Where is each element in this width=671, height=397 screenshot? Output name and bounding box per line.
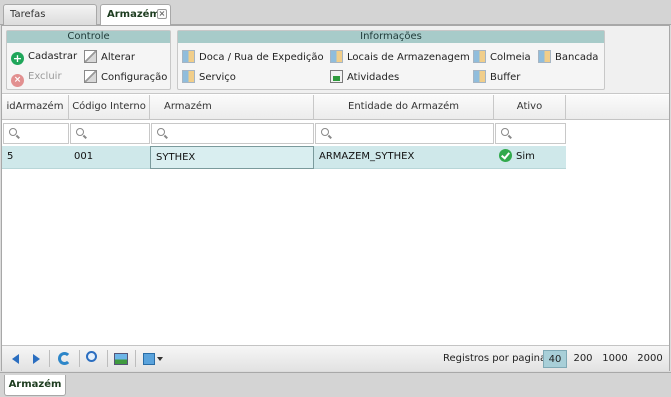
grid-icon [330,50,343,63]
search-icon [157,128,165,136]
cell-armazem[interactable]: SYTHEX [150,146,314,169]
bottom-tab-strip: Armazém [0,372,671,397]
per-page-option-1000[interactable]: 1000 [599,350,631,368]
servico-button[interactable]: Serviço [182,70,236,85]
chevron-down-icon[interactable] [157,357,163,361]
button-label: Cadastrar [28,51,78,62]
colmeia-button[interactable]: Colmeia [473,50,531,65]
filter-row [2,120,669,145]
close-icon[interactable]: × [157,9,167,19]
doca-button[interactable]: Doca / Rua de Expedição [182,50,324,65]
cell-id: 5 [7,151,14,162]
column-header-codigo[interactable]: Código Interno [69,95,150,120]
button-label: Bancada [555,52,599,63]
atividades-button[interactable]: Atividades [330,70,399,85]
cell-entidade: ARMAZEM_SYTHEX [319,151,415,162]
per-page-option-40[interactable]: 40 [543,350,567,368]
button-label: Atividades [347,72,400,83]
search-icon [9,128,17,136]
previous-page-icon[interactable] [12,354,19,364]
button-label: Configuração [101,72,168,83]
pagination-toolbar: Registros por pagina: 40 200 1000 2000 [2,345,669,371]
filter-input-entidade[interactable] [315,123,494,144]
group-informacoes: Informações Doca / Rua de Expedição Loca… [177,30,605,90]
button-label: Buffer [490,72,521,83]
grid-icon [473,50,486,63]
filter-input-codigo[interactable] [70,123,150,144]
excluir-button[interactable]: × Excluir [11,70,62,87]
group-title: Controle [7,31,170,43]
table-row[interactable]: 5 001 SYTHEX ARMAZEM_SYTHEX Sim [2,146,566,169]
tab-tarefas-principais[interactable]: Tarefas Principais [3,4,97,39]
search-icon [76,128,84,136]
check-icon [499,149,512,162]
button-label: Excluir [28,71,62,82]
button-label: Alterar [101,52,136,63]
grid-header: idArmazém Código Interno Armazém Entidad… [2,95,669,120]
per-page-option-200[interactable]: 200 [570,350,596,368]
buffer-button[interactable]: Buffer [473,70,520,85]
search-icon [321,128,329,136]
activity-icon [330,70,343,83]
button-label: Serviço [199,72,236,83]
bancada-button[interactable]: Bancada [538,50,598,65]
grid-icon [182,50,195,63]
tab-armazem[interactable]: Armazém × [100,4,171,26]
alterar-button[interactable]: Alterar [84,50,135,65]
group-title: Informações [178,31,604,43]
settings-icon [84,70,97,83]
separator [135,350,136,367]
button-label: Doca / Rua de Expedição [199,52,324,63]
filter-input-id[interactable] [3,123,69,144]
column-header-ativo[interactable]: Ativo [494,95,566,120]
tab-armazem-bottom[interactable]: Armazém [4,375,66,396]
export-icon[interactable] [143,353,155,365]
grid-icon [182,70,195,83]
per-page-option-2000[interactable]: 2000 [634,350,666,368]
search-icon [501,128,509,136]
per-page-label: Registros por pagina: [443,353,550,364]
separator [107,350,108,367]
delete-icon: × [11,74,24,87]
add-icon: + [11,52,24,65]
ribbon-toolbar: Controle + Cadastrar Alterar × Excluir Con… [2,26,669,94]
image-export-icon[interactable] [114,353,128,365]
next-page-icon[interactable] [33,354,40,364]
edit-icon [84,50,97,63]
cell-codigo: 001 [74,151,94,162]
grid-icon [538,50,551,63]
refresh-icon[interactable] [58,352,71,365]
top-tab-strip: Tarefas Principais Armazém × [0,0,671,39]
configuracao-button[interactable]: Configuração [84,70,167,85]
separator [79,350,80,367]
tab-label: Armazém [107,9,160,20]
locais-armazenagem-button[interactable]: Locais de Armazenagem [330,50,470,65]
main-panel: Controle + Cadastrar Alterar × Excluir Con… [1,25,670,371]
cell-ativo: Sim [494,146,566,169]
separator [49,350,50,367]
filter-input-ativo[interactable] [495,123,566,144]
status-label: Sim [516,151,535,162]
cadastrar-button[interactable]: + Cadastrar [11,50,77,65]
column-header-armazem[interactable]: Armazém [150,95,314,120]
button-label: Locais de Armazenagem [347,52,470,63]
button-label: Colmeia [490,52,531,63]
column-header-id[interactable]: idArmazém [2,95,69,120]
column-header-entidade[interactable]: Entidade do Armazém [314,95,494,120]
grid-icon [473,70,486,83]
filter-input-armazem[interactable] [151,123,314,144]
group-controle: Controle + Cadastrar Alterar × Excluir Con… [6,30,171,90]
zoom-icon[interactable] [86,351,97,362]
